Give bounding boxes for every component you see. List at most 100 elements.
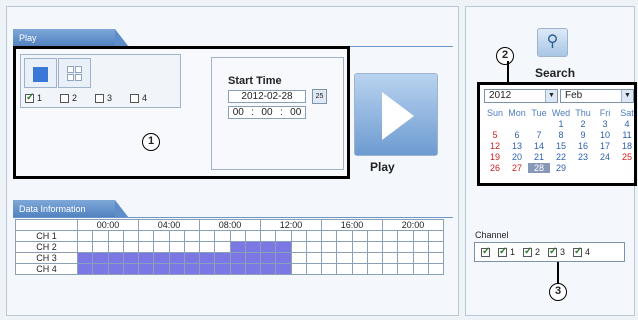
calendar-day[interactable]: 24	[594, 152, 616, 162]
recording-cell[interactable]	[92, 252, 109, 264]
empty-cell[interactable]	[412, 263, 429, 275]
empty-cell[interactable]	[366, 241, 384, 253]
empty-cell[interactable]	[397, 263, 414, 275]
recording-cell[interactable]	[122, 263, 140, 275]
recording-cell[interactable]	[198, 263, 216, 275]
checkbox[interactable]	[523, 246, 532, 257]
recording-cell[interactable]	[229, 252, 246, 264]
empty-cell[interactable]	[244, 230, 262, 242]
recording-cell[interactable]	[229, 263, 246, 275]
empty-cell[interactable]	[214, 241, 231, 253]
empty-cell[interactable]	[412, 230, 429, 242]
empty-cell[interactable]	[351, 263, 368, 275]
empty-cell[interactable]	[76, 241, 94, 253]
calendar-day[interactable]: 28	[528, 163, 550, 173]
empty-cell[interactable]	[336, 252, 353, 264]
calendar-day[interactable]: 9	[572, 130, 594, 140]
calendar-day[interactable]: 12	[484, 141, 506, 151]
time-hour[interactable]: 00	[233, 107, 244, 118]
calendar-day[interactable]: 21	[528, 152, 550, 162]
empty-cell[interactable]	[351, 241, 368, 253]
recording-cell[interactable]	[244, 241, 262, 253]
calendar-day[interactable]: 15	[550, 141, 572, 151]
empty-cell[interactable]	[381, 263, 399, 275]
empty-cell[interactable]	[427, 263, 445, 275]
channel-checkbox-2[interactable]: 2	[523, 246, 540, 257]
recording-cell[interactable]	[137, 252, 155, 264]
single-view-button[interactable]	[24, 58, 57, 88]
empty-cell[interactable]	[76, 230, 94, 242]
recording-cell[interactable]	[244, 252, 262, 264]
empty-cell[interactable]	[183, 241, 201, 253]
empty-cell[interactable]	[290, 241, 307, 253]
checkbox[interactable]	[573, 246, 582, 257]
checkbox[interactable]	[481, 246, 490, 257]
recording-cell[interactable]	[153, 263, 170, 275]
calendar-day[interactable]: 2	[572, 119, 594, 129]
play-channel-checkbox-3[interactable]: 3	[95, 93, 112, 103]
calendar-day[interactable]: 13	[506, 141, 528, 151]
empty-cell[interactable]	[366, 230, 384, 242]
calendar-day[interactable]: 1	[550, 119, 572, 129]
year-select[interactable]: 2012 ▼	[484, 89, 558, 103]
empty-cell[interactable]	[336, 241, 353, 253]
recording-cell[interactable]	[92, 263, 109, 275]
calendar-day[interactable]: 18	[616, 141, 638, 151]
checkbox[interactable]	[25, 92, 34, 103]
empty-cell[interactable]	[92, 230, 109, 242]
checkbox[interactable]	[498, 246, 507, 257]
calendar-day[interactable]: 11	[616, 130, 638, 140]
recording-cell[interactable]	[137, 263, 155, 275]
calendar-day[interactable]: 7	[528, 130, 550, 140]
recording-cell[interactable]	[153, 252, 170, 264]
calendar-day[interactable]: 27	[506, 163, 528, 173]
empty-cell[interactable]	[122, 230, 140, 242]
calendar-day[interactable]: 26	[484, 163, 506, 173]
empty-cell[interactable]	[229, 230, 246, 242]
empty-cell[interactable]	[168, 241, 185, 253]
recording-cell[interactable]	[107, 252, 124, 264]
empty-cell[interactable]	[122, 241, 140, 253]
empty-cell[interactable]	[351, 230, 368, 242]
quad-view-button[interactable]	[58, 58, 91, 88]
empty-cell[interactable]	[412, 241, 429, 253]
calendar-day[interactable]: 22	[550, 152, 572, 162]
calendar-day[interactable]: 6	[506, 130, 528, 140]
recording-cell[interactable]	[198, 252, 216, 264]
empty-cell[interactable]	[320, 230, 338, 242]
time-minute[interactable]: 00	[261, 107, 272, 118]
empty-cell[interactable]	[153, 230, 170, 242]
calendar-day[interactable]: 8	[550, 130, 572, 140]
channel-checkbox-1[interactable]: 1	[498, 246, 515, 257]
play-channel-checkbox-1[interactable]: 1	[25, 92, 42, 103]
recording-cell[interactable]	[275, 241, 292, 253]
empty-cell[interactable]	[168, 230, 185, 242]
empty-cell[interactable]	[290, 230, 307, 242]
recording-cell[interactable]	[275, 263, 292, 275]
recording-cell[interactable]	[214, 252, 231, 264]
empty-cell[interactable]	[427, 252, 445, 264]
channel-all-checkbox[interactable]	[481, 246, 490, 257]
empty-cell[interactable]	[198, 230, 216, 242]
calendar-day[interactable]: 20	[506, 152, 528, 162]
time-second[interactable]: 00	[290, 107, 301, 118]
empty-cell[interactable]	[397, 230, 414, 242]
empty-cell[interactable]	[397, 241, 414, 253]
empty-cell[interactable]	[214, 230, 231, 242]
checkbox[interactable]	[95, 93, 105, 103]
calendar-day[interactable]: 23	[572, 152, 594, 162]
recording-cell[interactable]	[259, 252, 277, 264]
empty-cell[interactable]	[427, 241, 445, 253]
empty-cell[interactable]	[397, 252, 414, 264]
empty-cell[interactable]	[412, 252, 429, 264]
recording-cell[interactable]	[122, 252, 140, 264]
recording-cell[interactable]	[229, 241, 246, 253]
empty-cell[interactable]	[305, 230, 323, 242]
empty-cell[interactable]	[381, 252, 399, 264]
recording-cell[interactable]	[259, 263, 277, 275]
play-channel-checkbox-4[interactable]: 4	[130, 93, 147, 103]
recording-cell[interactable]	[214, 263, 231, 275]
recording-cell[interactable]	[244, 263, 262, 275]
recording-cell[interactable]	[107, 263, 124, 275]
empty-cell[interactable]	[305, 252, 323, 264]
